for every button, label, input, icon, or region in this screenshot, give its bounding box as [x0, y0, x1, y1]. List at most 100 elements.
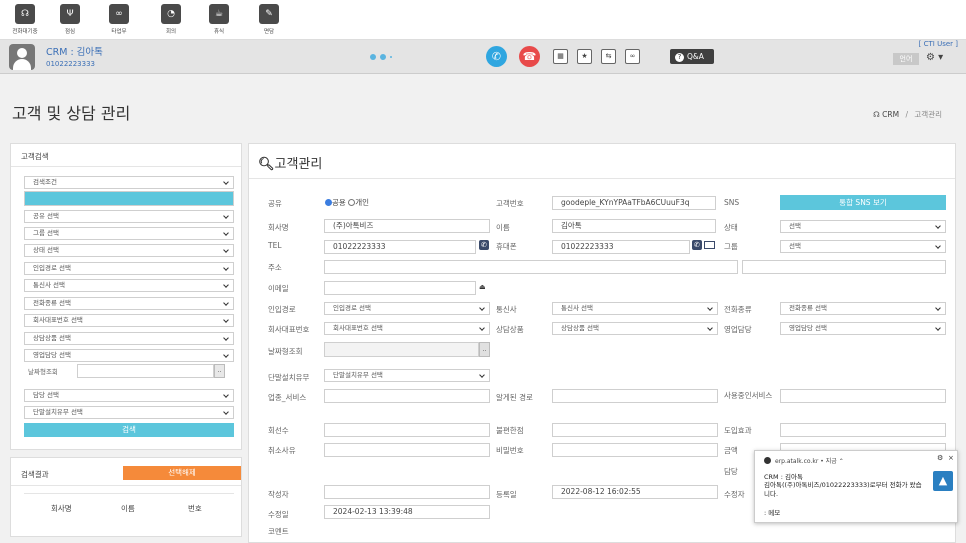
- close-icon[interactable]: ×: [948, 454, 954, 462]
- crm-phone: 01022223333: [46, 60, 95, 68]
- form-title: 고객관리: [274, 157, 323, 172]
- coffee-icon[interactable]: ☕: [209, 4, 229, 24]
- fork-knife-icon[interactable]: Ψ: [60, 4, 80, 24]
- email-field[interactable]: [324, 281, 476, 295]
- headset-icon[interactable]: ☊: [15, 4, 35, 24]
- pencil-icon[interactable]: ✎: [259, 4, 279, 24]
- sales-select[interactable]: 영업담당 선택: [24, 349, 234, 362]
- app-logo-icon: ▲: [933, 471, 953, 491]
- notify-site-text: erp.atalk.co.kr: [775, 458, 819, 465]
- col-number[interactable]: 번호: [188, 503, 202, 514]
- col-name[interactable]: 이름: [121, 503, 135, 514]
- password-field[interactable]: [552, 443, 718, 457]
- regdate-label: 등록일: [496, 490, 517, 499]
- phone-icon[interactable]: ✆: [692, 240, 702, 250]
- envelope-icon[interactable]: [704, 241, 715, 249]
- language-button[interactable]: 언어: [893, 53, 919, 65]
- notification-popup[interactable]: erp.atalk.co.kr • 지금 ⌃ ⚙ × CRM : 김아톡 김아톡…: [754, 450, 958, 523]
- known-field[interactable]: [552, 389, 718, 403]
- star-icon[interactable]: ★: [577, 49, 592, 64]
- breadcrumb-home[interactable]: CRM: [882, 110, 899, 119]
- avatar: [9, 44, 35, 70]
- date-picker-button[interactable]: ..: [479, 342, 490, 357]
- date-search-input[interactable]: [77, 364, 214, 378]
- tel-field[interactable]: 01022223333: [324, 240, 476, 254]
- top-toolbar: ☊ 전화대기중 Ψ 점심 ∞ 타업무 ◔ 회의 ☕ 휴식 ✎ 면담: [0, 0, 966, 40]
- carrier-select[interactable]: 통신사 선택: [552, 302, 718, 315]
- cancel-reason-field[interactable]: [324, 443, 490, 457]
- call-answer-button[interactable]: ✆: [486, 46, 507, 67]
- terminal-select[interactable]: 단말설치유무 선택: [24, 406, 234, 419]
- cti-user-link[interactable]: [ CTI User ]: [919, 40, 958, 48]
- call-hangup-button[interactable]: ☎: [519, 46, 540, 67]
- header-bar: CRM : 김아톡 01022223333 ✆ ☎ ▦ ★ ⇆ ∞ ? Q&A […: [0, 40, 966, 74]
- group-select[interactable]: 그룹 선택: [24, 227, 234, 240]
- keypad-icon[interactable]: ▦: [553, 49, 568, 64]
- manager-select[interactable]: 담당 선택: [24, 389, 234, 402]
- carrier-select[interactable]: 통신사 선택: [24, 279, 234, 292]
- inflow-select[interactable]: 인입경로 선택: [324, 302, 490, 315]
- breadcrumb-sep: /: [905, 110, 908, 119]
- phone-icon[interactable]: ✆: [479, 240, 489, 250]
- search-keyword-input[interactable]: [24, 191, 234, 206]
- product-select[interactable]: 상담상품 선택: [552, 322, 718, 335]
- name-field[interactable]: 김아톡: [552, 219, 716, 233]
- moddate-field[interactable]: 2024-02-13 13:39:48: [324, 505, 490, 519]
- phonetype-label: 전화종류: [724, 305, 752, 314]
- deselect-button[interactable]: 선택해제: [123, 466, 241, 480]
- product-select[interactable]: 상담상품 선택: [24, 332, 234, 345]
- address-field-1[interactable]: [324, 260, 738, 274]
- editor-label: 수정자: [724, 490, 745, 499]
- author-field[interactable]: [324, 485, 490, 499]
- terminal-label: 단말설치유무: [268, 373, 310, 382]
- chevron-up-icon[interactable]: ⌃: [839, 458, 844, 465]
- effect-field[interactable]: [780, 423, 946, 437]
- phonetype-select[interactable]: 전화종류 선택: [24, 297, 234, 310]
- status-select[interactable]: 선택: [780, 220, 946, 233]
- toolbar-label: 타업무: [111, 29, 127, 35]
- col-company[interactable]: 회사명: [51, 503, 72, 514]
- link-icon[interactable]: ∞: [625, 49, 640, 64]
- search-condition-select[interactable]: 검색조건: [24, 176, 234, 189]
- amount-label: 금액: [724, 446, 738, 455]
- clock-icon[interactable]: ◔: [161, 4, 181, 24]
- settings-icon[interactable]: ⚙: [937, 454, 943, 462]
- date-search-label: 날짜형조회: [28, 368, 58, 376]
- gear-icon[interactable]: ⚙ ▾: [926, 52, 943, 63]
- complaint-field[interactable]: [552, 423, 718, 437]
- carrier-label: 통신사: [496, 305, 517, 314]
- radio-public[interactable]: [325, 199, 332, 206]
- date-search-input[interactable]: [324, 342, 479, 357]
- notify-site: erp.atalk.co.kr • 지금 ⌃: [775, 456, 844, 465]
- link-icon[interactable]: ∞: [109, 4, 129, 24]
- service-field[interactable]: [780, 389, 946, 403]
- toolbar-label: 휴식: [213, 29, 225, 35]
- address-field-2[interactable]: [742, 260, 946, 274]
- sns-button[interactable]: 통합 SNS 보기: [780, 195, 946, 210]
- status-select[interactable]: 상태 선택: [24, 244, 234, 257]
- group-select[interactable]: 선택: [780, 240, 946, 253]
- qa-button[interactable]: ? Q&A: [670, 49, 714, 64]
- transfer-icon[interactable]: ⇆: [601, 49, 616, 64]
- notify-line3: : 메모: [764, 509, 781, 517]
- complaint-label: 불편한점: [496, 426, 524, 435]
- rep-number-select[interactable]: 회사대표번호 선택: [324, 322, 490, 335]
- company-field[interactable]: (주)아톡비즈: [324, 219, 490, 233]
- lock-icon[interactable]: ⏏: [479, 283, 486, 291]
- biz-field[interactable]: [324, 389, 490, 403]
- sales-select[interactable]: 영업담당 선택: [780, 322, 946, 335]
- mobile-field[interactable]: 01022223333: [552, 240, 690, 254]
- search-button[interactable]: 검색: [24, 423, 234, 437]
- terminal-select[interactable]: 단말설치유무 선택: [324, 369, 490, 382]
- phonetype-select[interactable]: 전화종류 선택: [780, 302, 946, 315]
- custno-field[interactable]: goodeple_KYnYPAaTFbA6CUuuF3q: [552, 196, 716, 210]
- inflow-select[interactable]: 인입경로 선택: [24, 262, 234, 275]
- regdate-field[interactable]: 2022-08-12 16:02:55: [552, 485, 718, 499]
- date-picker-button[interactable]: ..: [214, 364, 225, 378]
- cancel-reason-label: 취소사유: [268, 446, 296, 455]
- share-label: 공유: [268, 199, 282, 208]
- rep-number-select[interactable]: 회사대표번호 선택: [24, 314, 234, 327]
- known-label: 알게된 경로: [496, 393, 533, 402]
- share-select[interactable]: 공유 선택: [24, 210, 234, 223]
- lines-field[interactable]: [324, 423, 490, 437]
